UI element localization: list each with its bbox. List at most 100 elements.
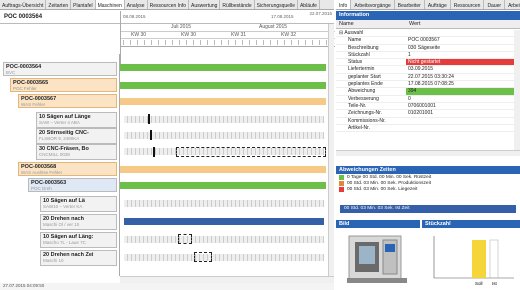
day-tick [151,40,152,45]
day-tick [137,40,138,45]
week-label: KW 30 [181,32,197,38]
tab-left[interactable]: Auftrags-Übersicht [0,0,47,9]
day-tick [277,40,278,45]
gantt-bar[interactable] [124,116,324,123]
info-row[interactable]: Verbesserung 0 [336,96,514,103]
tab-left[interactable]: Sicherungsquelle [255,0,298,9]
day-tick [298,40,299,45]
info-row[interactable]: Abweichung 394 [336,88,514,96]
info-key: Teile-Nr. [348,102,367,109]
bar-soll [472,240,486,278]
tab-right[interactable]: Aufträge [425,0,451,9]
day-tick [228,40,229,45]
day-tick [270,40,271,45]
day-tick [207,40,208,45]
info-row[interactable]: Name POC 0003567 [336,37,514,45]
tree-node[interactable]: 30 CNC-Fräsen, Bo CNCMILL 0038 [36,144,117,160]
gantt-bar[interactable] [120,182,326,189]
tree-node[interactable]: POC-0003567 WAS Fehler [18,94,117,108]
tab-left[interactable]: Ressourcen Info [148,0,190,9]
info-key: Abweichung [348,88,376,95]
info-value: 22.07.2015 03:30:24 [408,73,454,80]
tab-left[interactable]: Auswertung [189,0,221,9]
work-row-text: 00 Std. 03 Min. 00 Sek. Liegezeit [347,186,418,192]
tree-node[interactable]: 10 Sägen auf Läng: Mascho 7L - Laue 7C [40,232,117,248]
tab-right[interactable]: Bearbeiter [395,0,425,9]
info-key: Beschreibung [348,44,379,51]
day-tick [319,40,320,45]
tree-node[interactable]: 10 Sägen auf Lä SAW10 – Verter KA [40,196,117,212]
gantt-bar[interactable] [124,236,324,243]
gantt-bar[interactable] [124,200,324,207]
tree-node[interactable]: 20 Drehen nach Maschi Ol / ver 10 [40,214,117,230]
col-name-header[interactable]: Name [336,20,406,28]
gantt-bar[interactable] [120,64,326,71]
gantt-bar[interactable] [120,82,326,89]
tab-left[interactable]: Zeitarten [46,0,72,9]
tree-node-subtitle: Maschi Ol / ver 10 [43,222,80,227]
gantt-bar[interactable] [120,166,326,173]
day-tick [179,40,180,45]
info-row[interactable]: Zeichnungs-Nr. 010201001 [336,110,514,118]
tab-left[interactable]: Plantafel [71,0,96,9]
legend-swatch [339,186,344,192]
tree-node[interactable]: POC-0003568 WAS Auslöse Fehler [18,162,117,176]
info-row[interactable]: Beschreibung 030 Sägeseite [336,45,514,52]
tab-left[interactable]: Rüllbestände [220,0,255,9]
gantt-horizontal-scrollbar[interactable] [120,276,334,283]
label-ist: Ist [492,281,498,286]
day-tick [165,40,166,45]
tree-node[interactable]: POC-0003563 POC Dreh [28,178,117,192]
info-row[interactable]: Kommissions-Nr. [336,118,514,125]
info-row[interactable]: Status Nicht gestartet [336,59,514,67]
info-horizontal-scrollbar[interactable] [336,150,520,156]
tree-node[interactable]: POC-0003565 POC Fehler [10,78,117,92]
gantt-vertical-scrollbar[interactable] [328,24,334,276]
info-row[interactable]: geplantes Ende 17.08.2015 07:08:25 [336,81,514,89]
tree-node[interactable]: 20 Drehen nach Zei Maschi 10 [40,250,117,266]
work-row-text: 00 Std. 03 Min. 00 Sek. Produktionszeit [347,180,431,186]
info-value: 17.08.2015 07:08:25 [408,81,454,88]
info-key: Stückzahl [348,51,370,58]
tab-right[interactable]: Arbeitsplätze [505,0,520,9]
info-row[interactable]: Liefertermin 03.09.2015 [336,66,514,74]
gantt-marker [148,114,150,124]
gantt-bar[interactable] [120,98,326,105]
info-row[interactable]: Artikel-Nr. [336,124,514,133]
timeline-months: Juli 2015 August 2015 [121,24,335,32]
tree-node[interactable]: POC-0003564 BVC [3,62,117,76]
info-value: POC 0003567 [408,37,440,44]
day-tick [144,40,145,45]
tab-right[interactable]: Dauer [484,0,506,9]
info-row[interactable]: Teile-Nr. 0706001001 [336,102,514,111]
info-key: Liefertermin [348,66,375,73]
gantt-bar[interactable] [124,132,324,139]
timeline-days [121,39,335,47]
gantt-bar[interactable] [124,254,324,261]
gantt-bar[interactable] [124,218,324,225]
info-table: ⊟ Auswahl Name POC 0003567 Beschreibung 030… [336,30,514,150]
info-row[interactable]: Stückzahl 1 [336,51,514,60]
info-key: Name [348,37,362,44]
tree-node[interactable]: 20 Stirnseitig CNC- FLSBOR 9, 2480KA [36,128,117,144]
info-value: 03.09.2015 [408,66,434,73]
day-tick [312,40,313,45]
tab-left[interactable]: Maschinen [95,0,125,9]
order-title: POC 0003564 [4,14,43,20]
tab-right[interactable]: Ressourcen [451,0,485,9]
info-group-row[interactable]: ⊟ Auswahl [336,30,514,38]
info-key: Artikel-Nr. [348,124,370,131]
tree-node-subtitle: CNCMILL 0038 [39,152,70,157]
gantt-marker [150,130,152,140]
tree-node-subtitle: SAW10 – Verter KA [43,204,83,209]
col-value-header[interactable]: Wert [406,20,424,28]
week-label: KW 30 [131,32,147,38]
tree-node[interactable]: 10 Sägen auf Länge SAW – Verter 4 ABA [36,112,117,128]
tab-left[interactable]: Analyse [125,0,148,9]
info-row[interactable]: geplanter Start 22.07.2015 03:30:24 [336,73,514,82]
info-vertical-scrollbar[interactable] [514,30,520,150]
week-label: KW 31 [231,32,247,38]
tab-left[interactable]: Abläufe [298,0,320,9]
tab-right[interactable]: Arbeitsvorgänge [351,0,395,9]
tab-right[interactable]: Info [336,0,352,9]
